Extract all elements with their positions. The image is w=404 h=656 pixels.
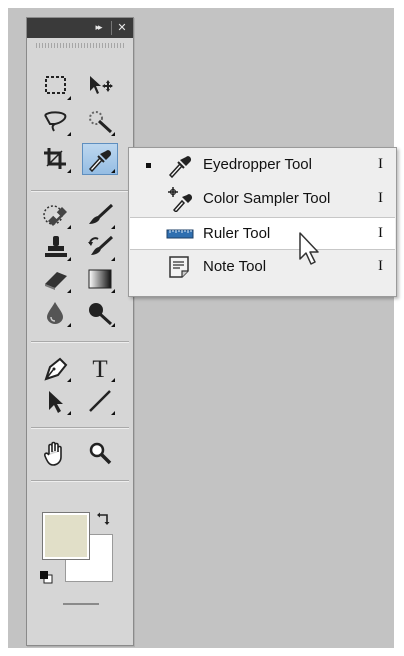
submenu-indicator [111, 257, 115, 261]
dodge-tool[interactable] [83, 298, 117, 328]
menu-item-eyedropper-tool[interactable]: Eyedropper Tool I [130, 149, 395, 182]
menu-item-label: Color Sampler Tool [203, 190, 331, 207]
tool-group-divider [31, 341, 129, 343]
submenu-indicator [67, 96, 71, 100]
menu-item-color-sampler-tool[interactable]: Color Sampler Tool I [130, 183, 395, 216]
pen-tool[interactable] [39, 353, 73, 383]
default-colors-icon[interactable] [39, 570, 53, 584]
history-brush-icon [88, 235, 114, 255]
svg-text:T: T [92, 356, 107, 381]
submenu-indicator [111, 132, 115, 136]
note-icon [169, 256, 189, 278]
submenu-indicator [67, 411, 71, 415]
crop-tool[interactable] [39, 144, 73, 174]
menu-item-shortcut: I [378, 225, 383, 241]
submenu-indicator [67, 257, 71, 261]
submenu-indicator [67, 323, 71, 327]
pen-icon [44, 357, 68, 381]
zoom-icon [89, 442, 112, 465]
tool-group-divider [31, 190, 129, 192]
collapse-panel-button[interactable]: ▸▸ [87, 20, 109, 36]
move-tool[interactable] [83, 71, 117, 101]
submenu-indicator [111, 378, 115, 382]
eraser-icon [45, 272, 67, 290]
tool-group-divider [31, 480, 129, 482]
rectangular-marquee-tool[interactable] [39, 71, 73, 101]
ruler-icon [166, 229, 194, 239]
magic-wand-icon [89, 111, 113, 134]
submenu-indicator [111, 323, 115, 327]
menu-item-ruler-tool[interactable]: Ruler Tool I [130, 217, 395, 250]
line-icon [89, 390, 111, 412]
history-brush-tool[interactable] [83, 232, 117, 262]
crop-icon [44, 148, 66, 169]
eyedropper-icon [168, 156, 192, 178]
line-tool[interactable] [83, 386, 117, 416]
mouse-pointer-icon [299, 232, 319, 265]
menu-item-label: Eyedropper Tool [203, 156, 312, 173]
submenu-indicator [67, 378, 71, 382]
eraser-tool[interactable] [39, 264, 73, 294]
path-selection-tool[interactable] [39, 386, 73, 416]
marquee-icon [45, 76, 66, 94]
spot-healing-brush-tool[interactable] [39, 200, 73, 230]
tool-group-divider [31, 427, 129, 429]
swap-colors-icon[interactable] [95, 511, 113, 529]
tools-panel: ▸▸ ✕ T [26, 17, 134, 646]
hand-tool[interactable] [39, 438, 73, 468]
lasso-tool[interactable] [39, 107, 73, 137]
type-icon: T [92, 356, 107, 381]
clone-stamp-tool[interactable] [39, 232, 73, 262]
blur-tool[interactable] [39, 298, 73, 328]
panel-grip[interactable] [36, 43, 124, 48]
drop-icon [47, 302, 63, 324]
submenu-indicator [111, 411, 115, 415]
zoom-tool[interactable] [83, 438, 117, 468]
color-sampler-icon [168, 187, 193, 212]
eyedropper-tool[interactable] [82, 143, 118, 175]
bandage-icon [43, 205, 67, 226]
menu-item-label: Ruler Tool [203, 225, 271, 242]
dodge-icon [89, 303, 113, 326]
magic-wand-tool[interactable] [83, 107, 117, 137]
submenu-indicator [67, 289, 71, 293]
stamp-icon [45, 236, 67, 257]
title-bar-separator [111, 21, 112, 35]
gradient-icon [88, 269, 112, 289]
submenu-indicator [67, 132, 71, 136]
eyedropper-flyout-menu: Eyedropper Tool I Color Sampler Tool I R… [128, 147, 397, 297]
menu-item-shortcut: I [378, 156, 383, 172]
menu-item-label: Note Tool [203, 258, 267, 275]
arrow-icon [49, 391, 63, 413]
submenu-indicator [111, 289, 115, 293]
lasso-icon [44, 111, 67, 132]
quick-mask-divider [63, 603, 99, 605]
foreground-color-swatch[interactable] [42, 512, 90, 560]
menu-item-shortcut: I [378, 190, 383, 206]
selected-bullet [146, 163, 151, 168]
submenu-indicator [111, 169, 115, 173]
eyedropper-icon [88, 150, 112, 172]
submenu-indicator [67, 169, 71, 173]
move-icon [90, 76, 113, 94]
menu-item-note-tool[interactable]: Note Tool I [130, 251, 395, 284]
submenu-indicator [111, 225, 115, 229]
gradient-tool[interactable] [83, 264, 117, 294]
panel-title-bar[interactable]: ▸▸ ✕ [27, 18, 133, 38]
type-tool[interactable]: T [83, 353, 117, 383]
hand-icon [44, 441, 62, 466]
menu-item-shortcut: I [378, 258, 383, 274]
close-panel-button[interactable]: ✕ [113, 20, 131, 36]
brush-icon [89, 203, 114, 224]
brush-tool[interactable] [83, 200, 117, 230]
submenu-indicator [67, 225, 71, 229]
